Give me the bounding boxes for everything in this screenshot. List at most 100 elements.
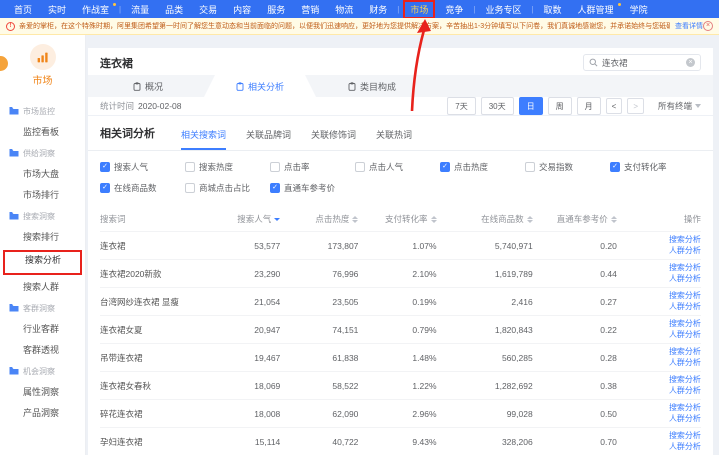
action-link-search-analysis[interactable]: 搜索分析 [669, 291, 701, 301]
checkbox-box[interactable]: ✓ [610, 162, 620, 172]
checkbox-box[interactable]: ✓ [270, 183, 280, 193]
content-tabs: 概况相关分析类目构成 [88, 75, 713, 97]
metric-checkbox[interactable]: 点击人气 [355, 161, 440, 173]
checkbox-box[interactable] [185, 183, 195, 193]
sidebar-group-supply-insight[interactable]: 供给洞察 [0, 143, 85, 164]
metric-checkbox[interactable]: ✓点击热度 [440, 161, 525, 173]
metric-checkbox[interactable]: 交易指数 [525, 161, 610, 173]
action-link-audience-analysis[interactable]: 人群分析 [669, 246, 701, 256]
nav-item-home[interactable]: 首页 [6, 3, 40, 16]
metric-checkbox[interactable]: ✓直通车参考价 [270, 182, 355, 194]
nav-item-content[interactable]: 内容 [225, 3, 259, 16]
action-link-search-analysis[interactable]: 搜索分析 [669, 263, 701, 273]
column-header-search-popularity[interactable]: 搜索人气 [202, 213, 280, 225]
action-link-audience-analysis[interactable]: 人群分析 [669, 414, 701, 424]
top-navigation: 首页实时作战室|流量品类交易内容服务营销物流财务|市场竞争|业务专区|取数人群管… [0, 0, 719, 18]
checkbox-box[interactable] [185, 162, 195, 172]
sidebar-item-market-overview[interactable]: 市场大盘 [0, 164, 85, 185]
nav-item-academy[interactable]: 学院 [622, 3, 656, 16]
nav-item-realtime[interactable]: 实时 [40, 3, 74, 16]
checkbox-box[interactable] [355, 162, 365, 172]
action-link-search-analysis[interactable]: 搜索分析 [669, 403, 701, 413]
nav-item-business-zone[interactable]: 业务专区 [477, 3, 529, 16]
nav-item-finance[interactable]: 财务 [361, 3, 395, 16]
metric-checkbox[interactable]: 点击率 [270, 161, 355, 173]
sidebar-item-industry-customers[interactable]: 行业客群 [0, 319, 85, 340]
cell-value: 2.96% [358, 409, 436, 419]
nav-item-war-room[interactable]: 作战室 [74, 3, 117, 16]
range-button-7d[interactable]: 7天 [447, 97, 475, 115]
range-button-month[interactable]: 月 [577, 97, 601, 115]
sidebar-item-search-audience[interactable]: 搜索人群 [0, 277, 85, 298]
action-link-audience-analysis[interactable]: 人群分析 [669, 302, 701, 312]
action-link-search-analysis[interactable]: 搜索分析 [669, 375, 701, 385]
checkbox-box[interactable] [270, 162, 280, 172]
metric-checkbox[interactable]: ✓支付转化率 [610, 161, 695, 173]
terminal-dropdown[interactable]: 所有终端 [658, 100, 701, 112]
nav-item-marketing[interactable]: 营销 [293, 3, 327, 16]
action-link-audience-analysis[interactable]: 人群分析 [669, 274, 701, 284]
sidebar-item-customer-perspective[interactable]: 客群透视 [0, 340, 85, 361]
nav-item-service[interactable]: 服务 [259, 3, 293, 16]
sidebar-group-customer-insight[interactable]: 客群洞察 [0, 298, 85, 319]
column-header-online-products[interactable]: 在线商品数 [437, 213, 533, 225]
nav-item-competition[interactable]: 竞争 [437, 3, 471, 16]
tab-category-composition[interactable]: 类目构成 [316, 75, 428, 97]
tab-related-analysis[interactable]: 相关分析 [204, 75, 316, 97]
prev-button[interactable]: < [606, 98, 623, 114]
column-header-click-heat[interactable]: 点击热度 [280, 213, 358, 225]
checkbox-box[interactable]: ✓ [440, 162, 450, 172]
action-link-audience-analysis[interactable]: 人群分析 [669, 386, 701, 396]
action-link-audience-analysis[interactable]: 人群分析 [669, 358, 701, 368]
nav-item-trade[interactable]: 交易 [191, 3, 225, 16]
metric-checkbox[interactable]: ✓在线商品数 [100, 182, 185, 194]
action-link-search-analysis[interactable]: 搜索分析 [669, 431, 701, 441]
close-icon[interactable]: × [703, 21, 713, 31]
nav-item-data-extract[interactable]: 取数 [536, 3, 570, 16]
analysis-tab-related-hot-words[interactable]: 关联热词 [376, 128, 412, 150]
action-link-audience-analysis[interactable]: 人群分析 [669, 442, 701, 452]
clear-icon[interactable]: × [686, 58, 695, 67]
cell-value: 40,722 [280, 437, 358, 447]
analysis-tab-related-modifier-words[interactable]: 关联修饰词 [311, 128, 356, 150]
checkbox-box[interactable] [525, 162, 535, 172]
sidebar-item-search-rank[interactable]: 搜索排行 [0, 227, 85, 248]
analysis-tab-related-search-words[interactable]: 相关搜索词 [181, 128, 226, 150]
nav-item-audience-management[interactable]: 人群管理 [570, 3, 622, 16]
nav-item-traffic[interactable]: 流量 [123, 3, 157, 16]
nav-item-logistics[interactable]: 物流 [327, 3, 361, 16]
analysis-tab-related-brand-words[interactable]: 关联品牌词 [246, 128, 291, 150]
range-button-30d[interactable]: 30天 [481, 97, 514, 115]
metric-checkbox[interactable]: ✓搜索人气 [100, 161, 185, 173]
nav-item-market[interactable]: 市场 [403, 0, 435, 18]
next-button[interactable]: > [627, 98, 644, 114]
app-logo[interactable]: 市场 [0, 35, 85, 87]
group-label: 搜索洞察 [23, 211, 55, 222]
sidebar-item-attribute-insight[interactable]: 属性洞察 [0, 382, 85, 403]
nav-item-category[interactable]: 品类 [157, 3, 191, 16]
sidebar-item-product-insight[interactable]: 产品洞察 [0, 403, 85, 424]
notice-link[interactable]: 查看详情 [675, 21, 703, 31]
sidebar-group-search-insight[interactable]: 搜索洞察 [0, 206, 85, 227]
range-button-day[interactable]: 日 [519, 97, 543, 115]
action-link-search-analysis[interactable]: 搜索分析 [669, 347, 701, 357]
checkbox-box[interactable]: ✓ [100, 162, 110, 172]
sidebar-item-monitor-board[interactable]: 监控看板 [0, 122, 85, 143]
metric-checkbox[interactable]: 商城点击占比 [185, 182, 270, 194]
column-header-payment-conversion[interactable]: 支付转化率 [358, 213, 436, 225]
sidebar-item-market-rank[interactable]: 市场排行 [0, 185, 85, 206]
range-button-week[interactable]: 周 [548, 97, 572, 115]
metric-checkbox[interactable]: 搜索热度 [185, 161, 270, 173]
action-link-audience-analysis[interactable]: 人群分析 [669, 330, 701, 340]
sidebar-group-opportunity-insight[interactable]: 机会洞察 [0, 361, 85, 382]
sidebar-group-market-monitor[interactable]: 市场监控 [0, 101, 85, 122]
group-label: 客群洞察 [23, 303, 55, 314]
sidebar-item-search-analysis[interactable]: 搜索分析 [3, 250, 82, 275]
column-header-ztc-reference-price[interactable]: 直通车参考价 [533, 213, 617, 225]
keyword-search-box[interactable]: 连衣裙 × [583, 54, 701, 71]
checkbox-box[interactable]: ✓ [100, 183, 110, 193]
action-link-search-analysis[interactable]: 搜索分析 [669, 319, 701, 329]
action-link-search-analysis[interactable]: 搜索分析 [669, 235, 701, 245]
tab-overview[interactable]: 概况 [92, 75, 204, 97]
table-row: 吊带连衣裙19,46761,8381.48%560,2850.28搜索分析人群分… [100, 343, 701, 371]
